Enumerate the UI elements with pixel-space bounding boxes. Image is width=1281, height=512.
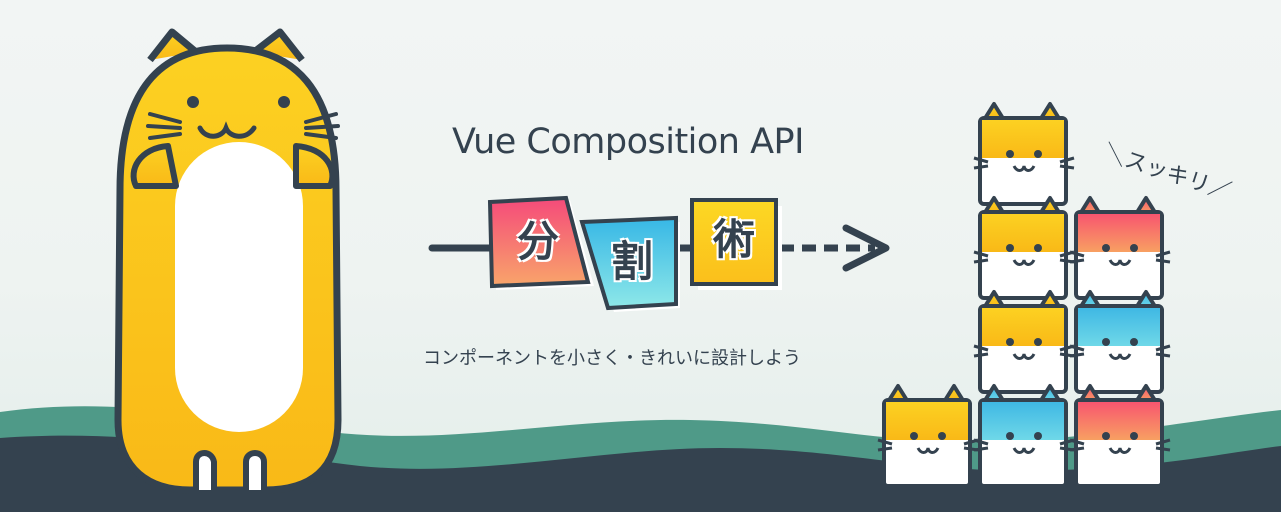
banner-subtitle: コンポーネントを小さく・きれいに設計しよう [423,348,801,369]
tile-label-jutsu: 術 [712,215,755,264]
banner-title: Vue Composition API [452,122,804,162]
tile-label-katsu: 割 [610,237,653,286]
big-yellow-cat-illustration [114,28,342,494]
small-cat-block-icon [973,102,1075,206]
tile-label-bun: 分 [516,217,559,266]
